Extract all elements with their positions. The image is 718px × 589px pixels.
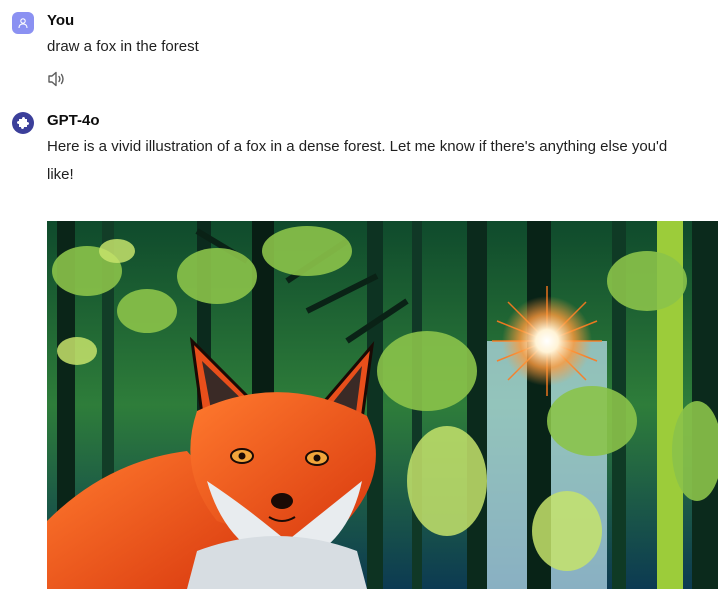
user-author-name: You <box>47 12 75 29</box>
fox-forest-illustration <box>47 221 718 589</box>
user-avatar <box>12 12 34 34</box>
speaker-icon <box>48 71 64 87</box>
generated-image[interactable] <box>47 221 718 589</box>
assistant-message-line-2: like! <box>47 166 74 183</box>
user-icon <box>18 18 28 29</box>
read-aloud-button[interactable] <box>47 70 67 88</box>
assistant-message-line-1: Here is a vivid illustration of a fox in… <box>47 138 668 155</box>
user-message-text: draw a fox in the forest <box>47 38 199 55</box>
assistant-avatar <box>12 112 34 134</box>
assistant-author-name: GPT-4o <box>47 112 100 129</box>
puzzle-icon <box>17 117 29 129</box>
